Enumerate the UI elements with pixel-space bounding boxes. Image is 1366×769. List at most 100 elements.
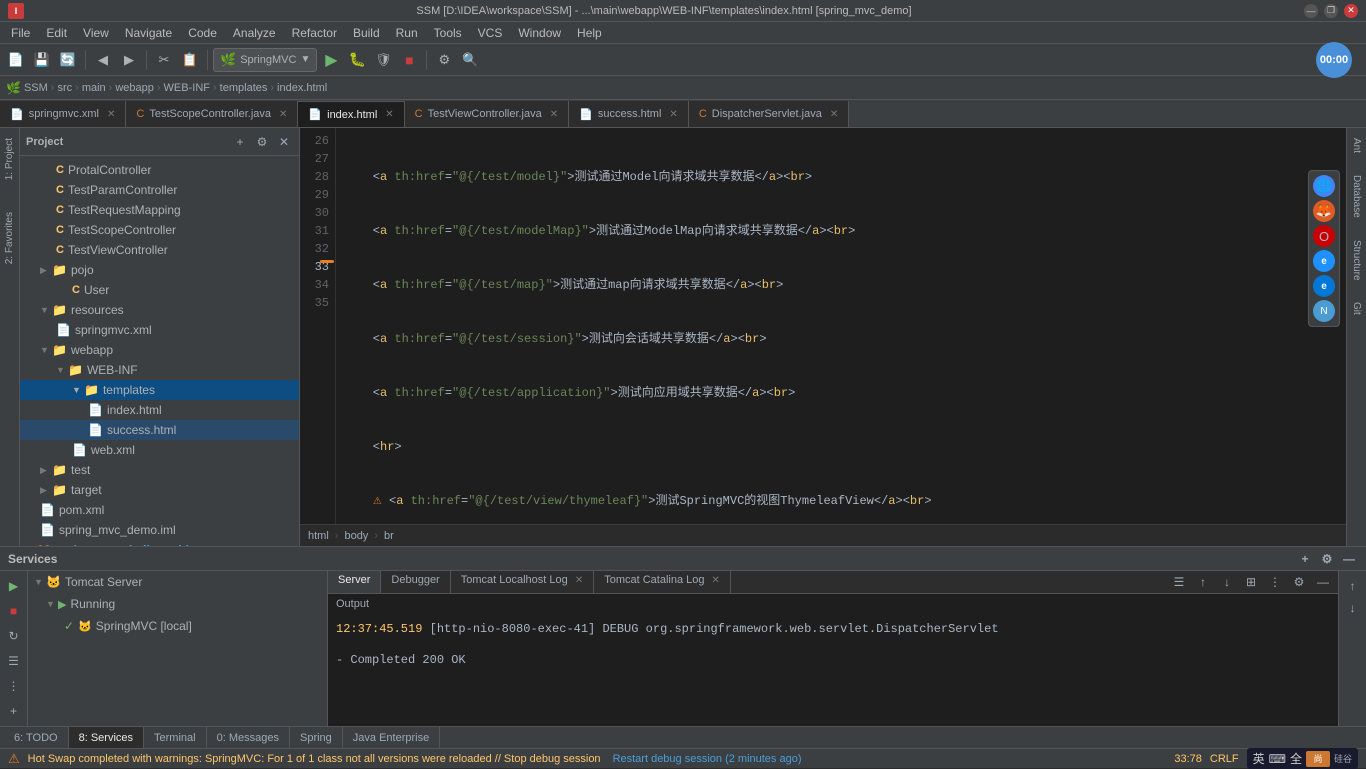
- srv-tab-tomcatlocalhost[interactable]: Tomcat Localhost Log ✕: [451, 571, 594, 593]
- tree-item-resources[interactable]: ▼ 📁 resources: [20, 300, 299, 320]
- tree-item-successhtml[interactable]: 📄 success.html: [20, 420, 299, 440]
- close-button[interactable]: ✕: [1344, 4, 1358, 18]
- close-dispatcherservlet[interactable]: ✕: [830, 109, 838, 120]
- close-testviewcontroller[interactable]: ✕: [550, 109, 558, 120]
- srv-tab-collapse-button[interactable]: ⊞: [1240, 571, 1262, 593]
- bottom-tab-services[interactable]: 8: Services: [69, 727, 144, 749]
- sidebar-settings-button[interactable]: ⚙: [253, 133, 271, 151]
- tab-testviewcontroller[interactable]: C TestViewController.java ✕: [405, 101, 569, 127]
- srv-tree-tomcatserver[interactable]: ▼ 🐱 Tomcat Server: [28, 571, 327, 593]
- minimize-button[interactable]: —: [1304, 4, 1318, 18]
- tree-item-testrequestmapping[interactable]: C TestRequestMapping: [20, 200, 299, 220]
- save-button[interactable]: 💾: [30, 48, 54, 72]
- opera-icon[interactable]: O: [1313, 225, 1335, 247]
- tree-item-target[interactable]: ▶ 📁 target: [20, 480, 299, 500]
- close-testscopecontroller[interactable]: ✕: [279, 109, 287, 120]
- srv-tree-running[interactable]: ▼ ▶ Running: [28, 593, 327, 615]
- edge-icon[interactable]: e: [1313, 275, 1335, 297]
- netscape-icon[interactable]: N: [1313, 300, 1335, 322]
- bottom-tab-spring[interactable]: Spring: [290, 727, 343, 749]
- srv-add-button[interactable]: +: [3, 700, 25, 722]
- tree-item-testscopecontroller[interactable]: C TestScopeController: [20, 220, 299, 240]
- tree-item-user[interactable]: C User: [20, 280, 299, 300]
- ie-icon[interactable]: e: [1313, 250, 1335, 272]
- new-file-button[interactable]: 📄: [4, 48, 28, 72]
- menu-vcs[interactable]: VCS: [471, 24, 510, 42]
- menu-analyze[interactable]: Analyze: [226, 24, 283, 42]
- menu-view[interactable]: View: [76, 24, 116, 42]
- tab-dispatcherservlet[interactable]: C DispatcherServlet.java ✕: [689, 101, 849, 127]
- settings-button[interactable]: ⚙: [432, 48, 456, 72]
- srv-tab-down-button[interactable]: ↓: [1216, 571, 1238, 593]
- breadcrumb-webinf[interactable]: WEB-INF: [164, 82, 210, 94]
- breadcrumb-indexhtml[interactable]: index.html: [277, 82, 327, 94]
- srv-tab-tomcatcatalina[interactable]: Tomcat Catalina Log ✕: [594, 571, 731, 593]
- run-button[interactable]: ▶: [319, 48, 343, 72]
- ime-brand-icon[interactable]: 尚: [1306, 751, 1330, 767]
- sidebar-add-button[interactable]: +: [231, 133, 249, 151]
- services-add-button[interactable]: +: [1296, 550, 1314, 568]
- tree-item-pojo[interactable]: ▶ 📁 pojo: [20, 260, 299, 280]
- srv-scroll-down[interactable]: ↓: [1342, 597, 1364, 619]
- debug-button[interactable]: 🐛: [345, 48, 369, 72]
- tab-testscopecontroller[interactable]: C TestScopeController.java ✕: [126, 101, 298, 127]
- services-settings-button[interactable]: ⚙: [1318, 550, 1336, 568]
- sidebar-tab-project[interactable]: 1: Project: [2, 132, 17, 186]
- close-tomcatcatalina[interactable]: ✕: [712, 575, 720, 586]
- menu-build[interactable]: Build: [346, 24, 387, 42]
- run-config-dropdown[interactable]: 🌿 SpringMVC ▼: [213, 48, 317, 72]
- right-tab-git[interactable]: Git: [1349, 296, 1364, 321]
- bottom-tab-todo[interactable]: 6: TODO: [4, 727, 69, 749]
- menu-run[interactable]: Run: [389, 24, 425, 42]
- tree-item-protalcontroller[interactable]: C ProtalController: [20, 160, 299, 180]
- srv-tab-more-button[interactable]: ⋮: [1264, 571, 1286, 593]
- tree-item-webinf[interactable]: ▼ 📁 WEB-INF: [20, 360, 299, 380]
- tree-item-testviewcontroller[interactable]: C TestViewController: [20, 240, 299, 260]
- close-indexhtml[interactable]: ✕: [385, 109, 393, 120]
- cut-button[interactable]: ✂: [152, 48, 176, 72]
- srv-tab-close-button[interactable]: —: [1312, 571, 1334, 593]
- close-springmvc-xml[interactable]: ✕: [107, 109, 115, 120]
- ed-bc-br[interactable]: br: [384, 530, 394, 542]
- menu-tools[interactable]: Tools: [427, 24, 469, 42]
- close-successhtml[interactable]: ✕: [669, 109, 677, 120]
- bottom-tab-terminal[interactable]: Terminal: [144, 727, 207, 749]
- tree-item-springmvciml[interactable]: 📄 spring_mvc_demo.iml: [20, 520, 299, 540]
- restart-debug-link[interactable]: Restart debug session (2 minutes ago): [613, 753, 802, 765]
- srv-stop-button[interactable]: ■: [3, 600, 25, 622]
- back-button[interactable]: ◀: [91, 48, 115, 72]
- srv-filter-button[interactable]: ☰: [3, 650, 25, 672]
- tree-item-testparamcontroller[interactable]: C TestParamController: [20, 180, 299, 200]
- refresh-button[interactable]: 🔄: [56, 48, 80, 72]
- srv-tab-debugger[interactable]: Debugger: [381, 571, 450, 593]
- menu-edit[interactable]: Edit: [39, 24, 74, 42]
- menu-code[interactable]: Code: [181, 24, 224, 42]
- menu-refactor[interactable]: Refactor: [285, 24, 344, 42]
- sidebar-tab-favorites[interactable]: 2: Favorites: [2, 206, 17, 270]
- maximize-button[interactable]: ❐: [1324, 4, 1338, 18]
- tree-item-webapp[interactable]: ▼ 📁 webapp: [20, 340, 299, 360]
- ime-icon[interactable]: 全: [1290, 750, 1302, 767]
- breadcrumb-ssm[interactable]: SSM: [24, 82, 48, 94]
- coverage-button[interactable]: 🛡: [371, 48, 395, 72]
- right-tab-structure[interactable]: Structure: [1349, 234, 1364, 287]
- breadcrumb-webapp[interactable]: webapp: [115, 82, 154, 94]
- srv-tab-menu-button[interactable]: ☰: [1168, 571, 1190, 593]
- tree-item-pomxml[interactable]: 📄 pom.xml: [20, 500, 299, 520]
- stop-button[interactable]: ■: [397, 48, 421, 72]
- menu-window[interactable]: Window: [511, 24, 568, 42]
- search-button[interactable]: 🔍: [458, 48, 482, 72]
- forward-button[interactable]: ▶: [117, 48, 141, 72]
- services-collapse-button[interactable]: —: [1340, 550, 1358, 568]
- right-tab-database[interactable]: Database: [1349, 169, 1364, 224]
- menu-file[interactable]: File: [4, 24, 37, 42]
- tree-item-test[interactable]: ▶ 📁 test: [20, 460, 299, 480]
- input-method-icon[interactable]: 英: [1253, 750, 1265, 767]
- srv-run-button[interactable]: ▶: [3, 575, 25, 597]
- srv-tree-springmvc[interactable]: ✓ 🐱 SpringMVC [local]: [28, 615, 327, 637]
- tab-indexhtml[interactable]: 📄 index.html ✕: [298, 101, 404, 127]
- ed-bc-html[interactable]: html: [308, 530, 329, 542]
- chrome-icon[interactable]: 🌐: [1313, 175, 1335, 197]
- tree-item-springmvcxml[interactable]: 📄 springmvc.xml: [20, 320, 299, 340]
- breadcrumb-templates[interactable]: templates: [220, 82, 268, 94]
